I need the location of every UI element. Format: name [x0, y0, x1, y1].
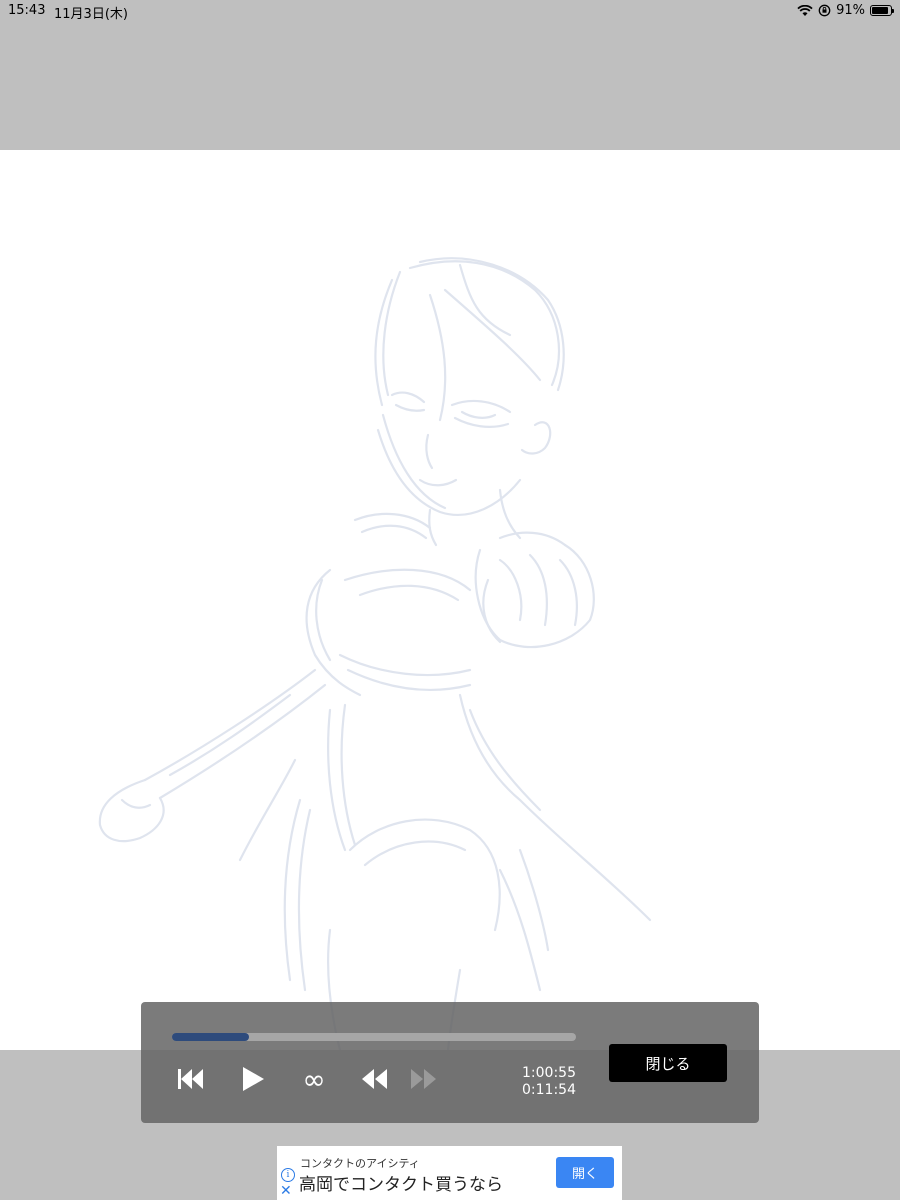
current-time: 0:11:54: [522, 1082, 576, 1098]
battery-percent: 91%: [836, 3, 865, 18]
status-bar: 15:43 11月3日(木) 91%: [0, 0, 900, 22]
battery-icon: [870, 5, 894, 16]
skip-to-start-button[interactable]: [175, 1064, 205, 1094]
status-time: 15:43: [8, 3, 46, 18]
info-icon[interactable]: i: [281, 1168, 295, 1182]
play-icon: [243, 1067, 264, 1091]
progress-slider[interactable]: [172, 1033, 576, 1041]
fast-forward-icon: [411, 1069, 436, 1089]
fast-forward-button[interactable]: [409, 1064, 439, 1094]
close-icon[interactable]: ✕: [280, 1183, 292, 1199]
sketch-drawing: [98, 257, 652, 1050]
play-button[interactable]: [239, 1064, 267, 1094]
ad-banner[interactable]: i ✕ コンタクトのアイシティ 高岡でコンタクト買うなら 開く: [277, 1146, 622, 1200]
drawing-canvas[interactable]: [0, 150, 900, 1050]
orientation-lock-icon: [818, 4, 831, 17]
wifi-icon: [797, 4, 813, 16]
rewind-icon: [362, 1069, 387, 1089]
playback-panel: ∞ 1:00:55 0:11:54 閉じる: [141, 1002, 759, 1123]
ad-advertiser: コンタクトのアイシティ: [300, 1157, 420, 1170]
infinity-icon: ∞: [302, 1062, 326, 1096]
time-display: 1:00:55 0:11:54: [501, 1065, 576, 1099]
ad-open-button[interactable]: 開く: [556, 1157, 614, 1188]
status-date: 11月3日(木): [54, 7, 128, 22]
total-time: 1:00:55: [522, 1065, 576, 1081]
skip-to-start-icon: [178, 1069, 203, 1089]
progress-fill: [172, 1033, 249, 1041]
rewind-button[interactable]: [359, 1064, 389, 1094]
ad-headline: 高岡でコンタクト買うなら: [299, 1175, 503, 1195]
close-button[interactable]: 閉じる: [609, 1044, 727, 1082]
battery-fill: [872, 7, 889, 14]
status-right: 91%: [797, 3, 894, 18]
loop-button[interactable]: ∞: [299, 1062, 329, 1096]
